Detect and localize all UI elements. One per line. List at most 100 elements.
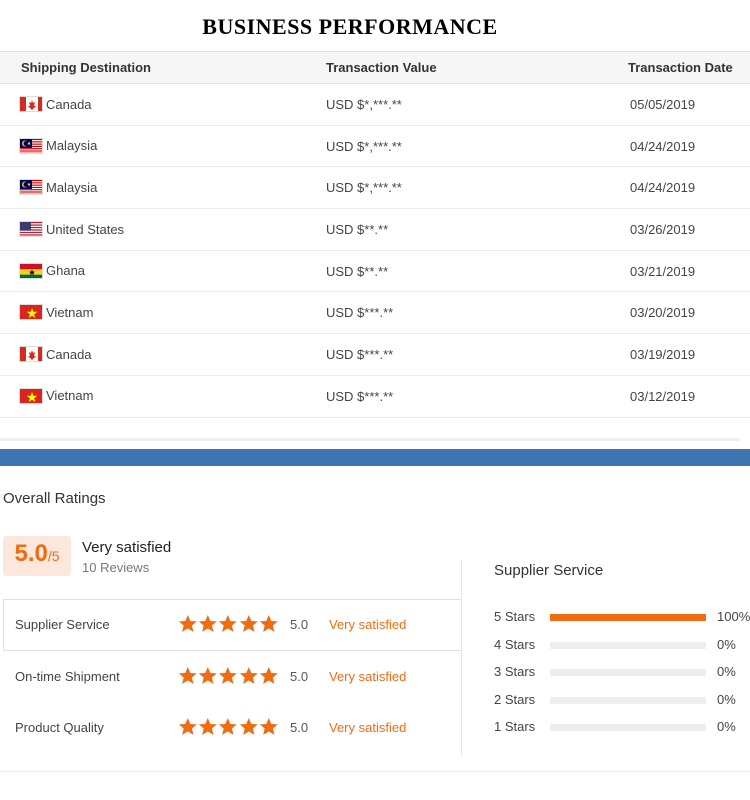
star-icon [259, 666, 279, 685]
rating-category-row[interactable]: On-time Shipment 5.0 Very satisfied [3, 651, 462, 703]
overall-satisfaction-label: Very satisfied [82, 539, 172, 556]
table-bottom-divider [0, 438, 740, 441]
shipping-destination: United States [19, 221, 125, 238]
transaction-value: USD $*,***.** [326, 138, 402, 154]
malaysia-flag-icon [19, 137, 43, 154]
transaction-value: USD $***.** [326, 305, 394, 321]
table-row: Malaysia USD $*,***.** 04/24/2019 [0, 126, 750, 168]
transactions-table: Shipping Destination Transaction Value T… [0, 51, 750, 418]
category-satisfaction: Very satisfied [329, 617, 407, 632]
malaysia-flag-icon [19, 179, 43, 196]
star-distribution: 5 Stars 100% 4 Stars 0% 3 Stars 0% 2 Stars 0% 1 … [494, 608, 750, 746]
distribution-percent: 0% [717, 691, 736, 707]
transaction-date: 03/12/2019 [630, 388, 696, 404]
star-icon [218, 717, 238, 736]
star-level-label: 3 Stars [494, 664, 536, 680]
table-row: Canada USD $***.** 03/19/2019 [0, 334, 750, 376]
table-row: Vietnam USD $***.** 03/12/2019 [0, 376, 750, 418]
distribution-bar-track [550, 696, 706, 704]
review-count[interactable]: 10 Reviews [82, 560, 149, 575]
transaction-date: 03/20/2019 [630, 305, 696, 321]
transaction-date: 04/24/2019 [630, 138, 696, 154]
distribution-percent: 100% [717, 609, 750, 624]
star-icon [259, 614, 279, 633]
distribution-bar-track [550, 669, 706, 677]
distribution-row: 2 Stars 0% [494, 691, 750, 719]
star-level-label: 4 Stars [494, 636, 536, 652]
transaction-value: USD $**.** [326, 263, 389, 279]
star-level-label: 2 Stars [494, 691, 536, 707]
vietnam-flag-icon [19, 304, 43, 321]
footer-divider [0, 771, 750, 772]
canada-flag-icon [19, 346, 43, 363]
transaction-value: USD $*,***.** [326, 97, 402, 112]
country-name: Malaysia [46, 138, 98, 154]
shipping-destination: Malaysia [19, 137, 98, 154]
shipping-destination: Canada [19, 96, 92, 112]
star-rating [178, 717, 279, 736]
category-name: On-time Shipment [15, 668, 120, 684]
rating-category-row[interactable]: Supplier Service 5.0 Very satisfied [3, 599, 462, 651]
category-satisfaction: Very satisfied [329, 720, 407, 735]
table-body: Canada USD $*,***.** 05/05/2019 Malaysia USD… [0, 84, 750, 418]
table-header: Shipping Destination Transaction Value T… [0, 51, 750, 84]
star-icon [239, 666, 259, 685]
table-row: Canada USD $*,***.** 05/05/2019 [0, 84, 750, 126]
overall-score-max: /5 [47, 548, 60, 564]
country-name: Malaysia [46, 179, 98, 195]
transaction-date: 03/26/2019 [630, 222, 696, 238]
category-name: Product Quality [15, 720, 104, 735]
country-name: Vietnam [46, 388, 94, 404]
table-row: Ghana USD $**.** 03/21/2019 [0, 251, 750, 293]
country-name: Canada [46, 346, 92, 362]
shipping-destination: Canada [19, 346, 92, 363]
distribution-percent: 0% [717, 719, 736, 735]
star-rating [178, 666, 279, 685]
star-icon [198, 717, 218, 736]
rating-category-row[interactable]: Product Quality 5.0 Very satisfied [3, 702, 462, 754]
distribution-percent: 0% [717, 636, 736, 652]
star-icon [178, 717, 198, 736]
distribution-bar-fill [550, 614, 706, 621]
header-transaction-date: Transaction Date [628, 60, 733, 75]
star-level-label: 5 Stars [494, 609, 536, 624]
distribution-row: 3 Stars 0% [494, 663, 750, 691]
transaction-value: USD $***.** [326, 388, 394, 404]
transaction-date: 03/19/2019 [630, 347, 696, 363]
distribution-bar-track [550, 724, 706, 732]
star-icon [218, 666, 238, 685]
table-row: Vietnam USD $***.** 03/20/2019 [0, 292, 750, 335]
overall-score: 5.0 [14, 540, 48, 567]
category-score: 5.0 [290, 720, 309, 735]
section-separator-band [0, 449, 750, 466]
country-name: United States [46, 221, 125, 237]
shipping-destination: Malaysia [19, 179, 98, 196]
overall-score-badge: 5.0 /5 [3, 536, 71, 576]
transaction-value: USD $*,***.** [326, 180, 402, 196]
transaction-value: USD $***.** [326, 347, 394, 363]
table-row: Malaysia USD $*,***.** 04/24/2019 [0, 167, 750, 210]
distribution-row: 1 Stars 0% [494, 718, 750, 746]
country-name: Canada [46, 96, 92, 112]
canada-flag-icon [19, 96, 43, 112]
header-shipping-destination: Shipping Destination [21, 60, 151, 75]
category-satisfaction: Very satisfied [329, 668, 407, 684]
country-name: Vietnam [46, 304, 94, 320]
star-icon [178, 666, 198, 685]
category-score: 5.0 [290, 668, 309, 684]
distribution-bar-track [550, 614, 706, 621]
star-rating [178, 614, 279, 633]
star-icon [198, 614, 218, 633]
transaction-value: USD $**.** [326, 222, 389, 238]
star-icon [259, 717, 279, 736]
transaction-date: 04/24/2019 [630, 180, 696, 196]
usa-flag-icon [19, 221, 43, 238]
distribution-row: 5 Stars 100% [494, 608, 750, 636]
page-title: BUSINESS PERFORMANCE [202, 14, 498, 39]
star-icon [239, 614, 259, 633]
table-row: United States USD $**.** 03/26/2019 [0, 209, 750, 251]
distribution-bar-track [550, 641, 706, 649]
star-icon [218, 614, 238, 633]
distribution-title: Supplier Service [494, 562, 604, 579]
vertical-divider [461, 560, 462, 756]
